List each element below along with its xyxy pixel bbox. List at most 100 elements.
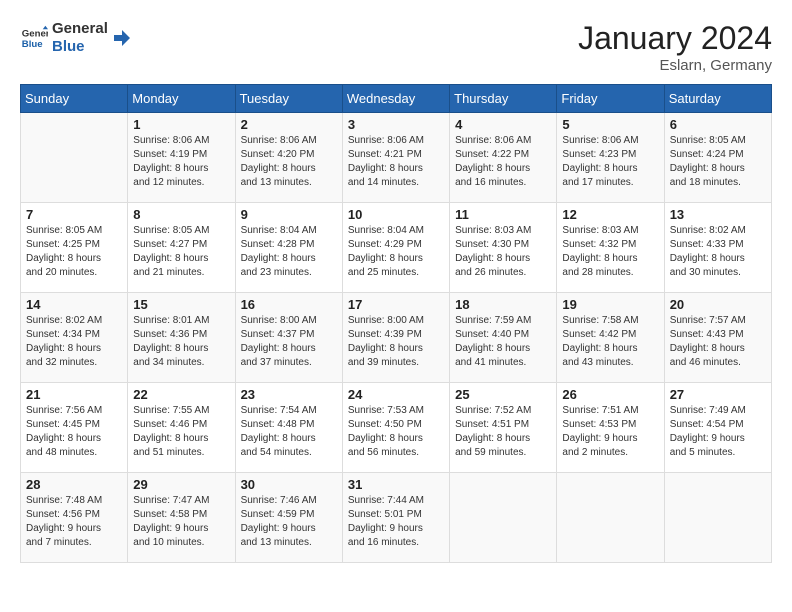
calendar-cell: 31Sunrise: 7:44 AM Sunset: 5:01 PM Dayli… bbox=[342, 473, 449, 563]
calendar-cell: 5 Sunrise: 8:06 AM Sunset: 4:23 PM Daylig… bbox=[557, 113, 664, 203]
day-number: 9 bbox=[241, 207, 337, 222]
day-number: 19 bbox=[562, 297, 658, 312]
day-info: Sunrise: 7:55 AM Sunset: 4:46 PM Dayligh… bbox=[133, 404, 229, 460]
day-info: Sunrise: 8:06 AM Sunset: 4:19 PM Dayligh… bbox=[133, 134, 229, 190]
calendar-cell: 25Sunrise: 7:52 AM Sunset: 4:51 PM Dayli… bbox=[450, 383, 557, 473]
day-number: 10 bbox=[348, 207, 444, 222]
calendar-cell: 29 Sunrise: 7:47 AM Sunset: 4:58 PM Dayli… bbox=[128, 473, 235, 563]
day-number: 6 bbox=[670, 117, 766, 132]
weekday-header-wednesday: Wednesday bbox=[342, 85, 449, 113]
day-info: Sunrise: 8:00 AM Sunset: 4:39 PM Dayligh… bbox=[348, 314, 444, 370]
day-info: Sunrise: 7:57 AM Sunset: 4:43 PM Dayligh… bbox=[670, 314, 766, 370]
calendar-cell: 13 Sunrise: 8:02 AM Sunset: 4:33 PM Dayli… bbox=[664, 203, 771, 293]
calendar-cell: 23 Sunrise: 7:54 AM Sunset: 4:48 PM Dayli… bbox=[235, 383, 342, 473]
calendar-cell: 21 Sunrise: 7:56 AM Sunset: 4:45 PM Dayli… bbox=[21, 383, 128, 473]
calendar-cell: 12Sunrise: 8:03 AM Sunset: 4:32 PM Dayli… bbox=[557, 203, 664, 293]
calendar-cell: 11 Sunrise: 8:03 AM Sunset: 4:30 PM Dayli… bbox=[450, 203, 557, 293]
svg-text:General: General bbox=[22, 28, 48, 39]
day-info: Sunrise: 7:54 AM Sunset: 4:48 PM Dayligh… bbox=[241, 404, 337, 460]
calendar-cell: 7 Sunrise: 8:05 AM Sunset: 4:25 PM Daylig… bbox=[21, 203, 128, 293]
day-number: 4 bbox=[455, 117, 551, 132]
day-number: 5 bbox=[562, 117, 658, 132]
day-info: Sunrise: 8:03 AM Sunset: 4:32 PM Dayligh… bbox=[562, 224, 658, 280]
calendar-cell: 22 Sunrise: 7:55 AM Sunset: 4:46 PM Dayli… bbox=[128, 383, 235, 473]
calendar-cell: 30 Sunrise: 7:46 AM Sunset: 4:59 PM Dayli… bbox=[235, 473, 342, 563]
day-info: Sunrise: 8:02 AM Sunset: 4:33 PM Dayligh… bbox=[670, 224, 766, 280]
day-number: 16 bbox=[241, 297, 337, 312]
logo-icon: General Blue bbox=[20, 24, 48, 52]
day-number: 26 bbox=[562, 387, 658, 402]
day-info: Sunrise: 7:51 AM Sunset: 4:53 PM Dayligh… bbox=[562, 404, 658, 460]
month-title: January 2024 bbox=[578, 20, 772, 57]
day-number: 20 bbox=[670, 297, 766, 312]
weekday-header-friday: Friday bbox=[557, 85, 664, 113]
day-number: 8 bbox=[133, 207, 229, 222]
calendar-cell: 17 Sunrise: 8:00 AM Sunset: 4:39 PM Dayli… bbox=[342, 293, 449, 383]
day-info: Sunrise: 8:03 AM Sunset: 4:30 PM Dayligh… bbox=[455, 224, 551, 280]
calendar-cell: 10 Sunrise: 8:04 AM Sunset: 4:29 PM Dayli… bbox=[342, 203, 449, 293]
day-number: 22 bbox=[133, 387, 229, 402]
day-number: 1 bbox=[133, 117, 229, 132]
calendar-cell: 19 Sunrise: 7:58 AM Sunset: 4:42 PM Dayli… bbox=[557, 293, 664, 383]
day-number: 17 bbox=[348, 297, 444, 312]
calendar-cell: 4Sunrise: 8:06 AM Sunset: 4:22 PM Daylig… bbox=[450, 113, 557, 203]
weekday-header-sunday: Sunday bbox=[21, 85, 128, 113]
calendar-cell bbox=[664, 473, 771, 563]
day-number: 23 bbox=[241, 387, 337, 402]
logo-line2: Blue bbox=[52, 38, 108, 56]
day-info: Sunrise: 7:58 AM Sunset: 4:42 PM Dayligh… bbox=[562, 314, 658, 370]
day-number: 2 bbox=[241, 117, 337, 132]
day-info: Sunrise: 8:04 AM Sunset: 4:29 PM Dayligh… bbox=[348, 224, 444, 280]
day-number: 24 bbox=[348, 387, 444, 402]
day-number: 31 bbox=[348, 477, 444, 492]
logo-arrow-icon bbox=[112, 28, 132, 48]
day-info: Sunrise: 8:06 AM Sunset: 4:23 PM Dayligh… bbox=[562, 134, 658, 190]
calendar-cell: 15 Sunrise: 8:01 AM Sunset: 4:36 PM Dayli… bbox=[128, 293, 235, 383]
calendar-cell: 2 Sunrise: 8:06 AM Sunset: 4:20 PM Daylig… bbox=[235, 113, 342, 203]
day-number: 29 bbox=[133, 477, 229, 492]
day-number: 15 bbox=[133, 297, 229, 312]
day-info: Sunrise: 7:56 AM Sunset: 4:45 PM Dayligh… bbox=[26, 404, 122, 460]
calendar-cell: 20 Sunrise: 7:57 AM Sunset: 4:43 PM Dayli… bbox=[664, 293, 771, 383]
calendar-cell: 1 Sunrise: 8:06 AM Sunset: 4:19 PM Daylig… bbox=[128, 113, 235, 203]
day-number: 11 bbox=[455, 207, 551, 222]
day-number: 13 bbox=[670, 207, 766, 222]
day-info: Sunrise: 8:06 AM Sunset: 4:21 PM Dayligh… bbox=[348, 134, 444, 190]
day-info: Sunrise: 7:59 AM Sunset: 4:40 PM Dayligh… bbox=[455, 314, 551, 370]
day-info: Sunrise: 8:05 AM Sunset: 4:27 PM Dayligh… bbox=[133, 224, 229, 280]
calendar-cell: 3 Sunrise: 8:06 AM Sunset: 4:21 PM Daylig… bbox=[342, 113, 449, 203]
day-number: 30 bbox=[241, 477, 337, 492]
day-info: Sunrise: 8:06 AM Sunset: 4:20 PM Dayligh… bbox=[241, 134, 337, 190]
calendar-cell: 27 Sunrise: 7:49 AM Sunset: 4:54 PM Dayli… bbox=[664, 383, 771, 473]
calendar-cell: 18Sunrise: 7:59 AM Sunset: 4:40 PM Dayli… bbox=[450, 293, 557, 383]
calendar-cell: 6Sunrise: 8:05 AM Sunset: 4:24 PM Daylig… bbox=[664, 113, 771, 203]
calendar-cell: 8 Sunrise: 8:05 AM Sunset: 4:27 PM Daylig… bbox=[128, 203, 235, 293]
day-number: 14 bbox=[26, 297, 122, 312]
logo: General Blue General Blue bbox=[20, 20, 132, 56]
day-info: Sunrise: 7:49 AM Sunset: 4:54 PM Dayligh… bbox=[670, 404, 766, 460]
day-info: Sunrise: 8:00 AM Sunset: 4:37 PM Dayligh… bbox=[241, 314, 337, 370]
calendar-cell: 28Sunrise: 7:48 AM Sunset: 4:56 PM Dayli… bbox=[21, 473, 128, 563]
day-number: 27 bbox=[670, 387, 766, 402]
day-info: Sunrise: 8:02 AM Sunset: 4:34 PM Dayligh… bbox=[26, 314, 122, 370]
day-info: Sunrise: 8:04 AM Sunset: 4:28 PM Dayligh… bbox=[241, 224, 337, 280]
day-info: Sunrise: 8:01 AM Sunset: 4:36 PM Dayligh… bbox=[133, 314, 229, 370]
calendar-cell bbox=[21, 113, 128, 203]
svg-text:Blue: Blue bbox=[22, 39, 43, 50]
calendar-cell: 9 Sunrise: 8:04 AM Sunset: 4:28 PM Daylig… bbox=[235, 203, 342, 293]
day-info: Sunrise: 7:46 AM Sunset: 4:59 PM Dayligh… bbox=[241, 494, 337, 550]
page-header: General Blue General Blue January 2024 E… bbox=[20, 20, 772, 74]
calendar-cell bbox=[557, 473, 664, 563]
calendar-cell: 14 Sunrise: 8:02 AM Sunset: 4:34 PM Dayli… bbox=[21, 293, 128, 383]
day-info: Sunrise: 8:05 AM Sunset: 4:25 PM Dayligh… bbox=[26, 224, 122, 280]
day-number: 25 bbox=[455, 387, 551, 402]
calendar-cell bbox=[450, 473, 557, 563]
title-area: January 2024 Eslarn, Germany bbox=[578, 20, 772, 74]
weekday-header-thursday: Thursday bbox=[450, 85, 557, 113]
day-number: 7 bbox=[26, 207, 122, 222]
day-number: 3 bbox=[348, 117, 444, 132]
day-number: 21 bbox=[26, 387, 122, 402]
day-info: Sunrise: 7:47 AM Sunset: 4:58 PM Dayligh… bbox=[133, 494, 229, 550]
day-info: Sunrise: 7:48 AM Sunset: 4:56 PM Dayligh… bbox=[26, 494, 122, 550]
calendar-cell: 24Sunrise: 7:53 AM Sunset: 4:50 PM Dayli… bbox=[342, 383, 449, 473]
